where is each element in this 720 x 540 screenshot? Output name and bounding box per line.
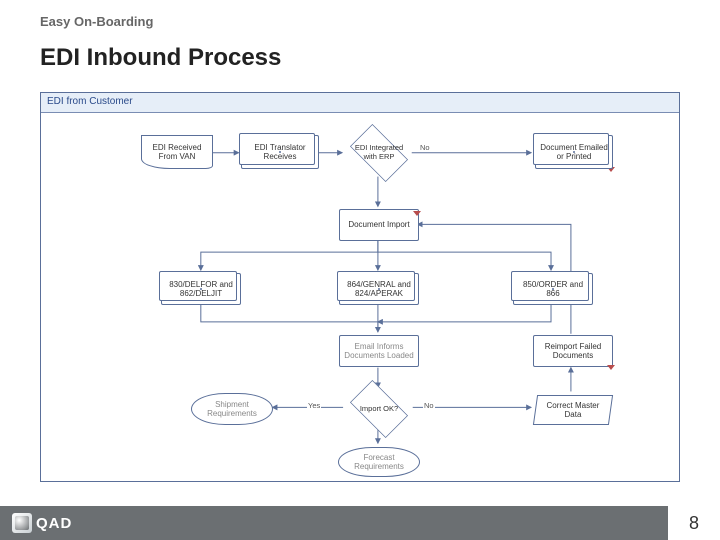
node-label: EDI Translator Receives <box>244 143 316 161</box>
brand-logo-icon <box>12 513 32 533</box>
edge-label-no: No <box>419 143 431 152</box>
node-label: EDI Integrated with ERP <box>346 144 412 161</box>
slide-footer: QAD 8 <box>0 506 720 540</box>
node-label: Email Informs Documents Loaded <box>342 342 416 360</box>
terminator-icon <box>413 211 421 216</box>
node-label: Import OK? <box>354 405 404 414</box>
terminator-icon <box>607 365 615 370</box>
swimlane-header: EDI from Customer <box>41 93 679 113</box>
node-label: Shipment Requirements <box>194 400 270 418</box>
node-label: Document Import <box>348 220 409 229</box>
node-shipment-requirements: Shipment Requirements <box>191 393 273 425</box>
process-diagram: EDI from Customer <box>40 92 680 482</box>
slide-subtitle: Easy On-Boarding <box>40 14 153 29</box>
node-830-862: 830/DELFOR and 862/DELJIT <box>161 273 241 305</box>
node-correct-master-data: Correct Master Data <box>533 395 613 425</box>
node-850-866: 850/ORDER and 866 <box>513 273 593 305</box>
node-edi-integrated-decision: EDI Integrated with ERP <box>344 131 414 175</box>
slide-title: EDI Inbound Process <box>40 44 281 72</box>
brand-logo-text: QAD <box>36 515 72 532</box>
node-label: Forecast Requirements <box>341 453 417 471</box>
node-label: Document Emailed or Printed <box>538 143 610 161</box>
node-label: Correct Master Data <box>538 401 608 419</box>
node-forecast-requirements: Forecast Requirements <box>338 447 420 477</box>
node-label: Reimport Failed Documents <box>536 342 610 360</box>
node-document-import: Document Import <box>339 209 419 241</box>
node-document-printed: Document Emailed or Printed <box>535 135 613 169</box>
node-edi-received: EDI Received From VAN <box>141 135 213 169</box>
node-label: 864/GENRAL and 824/APERAK <box>342 280 416 298</box>
edge-label-no: No <box>423 401 435 410</box>
node-reimport-failed: Reimport Failed Documents <box>533 335 613 367</box>
node-label: 850/ORDER and 866 <box>516 280 590 298</box>
node-label: EDI Received From VAN <box>144 143 210 161</box>
brand-logo: QAD <box>12 513 72 533</box>
node-edi-translator: EDI Translator Receives <box>241 135 319 169</box>
node-864-824: 864/GENRAL and 824/APERAK <box>339 273 419 305</box>
node-email-informs: Email Informs Documents Loaded <box>339 335 419 367</box>
page-number: 8 <box>668 506 720 540</box>
node-import-ok-decision: Import OK? <box>344 387 414 431</box>
node-label: 830/DELFOR and 862/DELJIT <box>164 280 238 298</box>
edge-label-yes: Yes <box>307 401 321 410</box>
